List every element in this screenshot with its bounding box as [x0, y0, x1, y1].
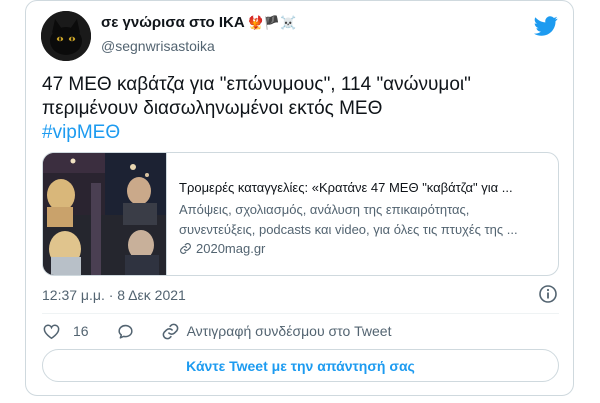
- author-handle[interactable]: @segnwrisastoika: [101, 38, 215, 54]
- author-name[interactable]: σε γνώρισα στο ΙΚΑ 🐦‍🔥🏴☠️: [101, 14, 296, 31]
- copy-link-button[interactable]: Αντιγραφή συνδέσμου στο Tweet: [161, 322, 392, 341]
- copy-link-label: Αντιγραφή συνδέσμου στο Tweet: [186, 323, 392, 339]
- tweet-card: σε γνώρισα στο ΙΚΑ 🐦‍🔥🏴☠️ @segnwrisastoik…: [25, 0, 574, 396]
- author-name-emojis: 🐦‍🔥🏴☠️: [247, 15, 297, 30]
- heart-icon: [43, 324, 60, 339]
- like-button[interactable]: 16: [42, 322, 89, 341]
- link-preview-title: Τρομερές καταγγελίες: «Κρατάνε 47 ΜΕΘ "κ…: [179, 180, 513, 195]
- tweet-text: 47 ΜΕΘ καβάτζα για "επώνυμους", 114 "ανώ…: [42, 74, 471, 119]
- link-chain-icon: [162, 323, 178, 339]
- link-preview-description-line-2: συνεντεύξεις, podcasts και video, για όλ…: [179, 222, 518, 237]
- link-preview-domain-text: 2020mag.gr: [196, 241, 266, 256]
- link-icon: [180, 243, 191, 254]
- link-preview-description: Απόψεις, σχολιασμός, ανάλυση της επικαιρ…: [179, 200, 549, 240]
- divider: [42, 313, 559, 314]
- reply-button[interactable]: [116, 322, 135, 341]
- link-preview-domain: 2020mag.gr: [179, 241, 265, 256]
- hashtag-link[interactable]: #vipΜΕΘ: [42, 121, 120, 145]
- link-preview-description-line-1: Απόψεις, σχολιασμός, ανάλυση της επικαιρ…: [179, 202, 470, 217]
- action-bar: 16 Αντιγραφή συνδέσμου στο Tweet: [42, 320, 392, 342]
- link-preview-thumbnail: [43, 153, 167, 275]
- avatar[interactable]: [41, 11, 91, 61]
- tweet-your-reply-button[interactable]: Κάντε Tweet με την απάντησή σας: [42, 349, 559, 382]
- black-cat-avatar-icon: [41, 11, 91, 61]
- link-preview-card[interactable]: Τρομερές καταγγελίες: «Κρατάνε 47 ΜΕΘ "κ…: [42, 152, 559, 276]
- info-icon[interactable]: [538, 284, 558, 304]
- author-display-name: σε γνώρισα στο ΙΚΑ: [101, 14, 245, 31]
- tweet-timestamp[interactable]: 12:37 μ.μ. · 8 Δεκ 2021: [42, 287, 186, 303]
- like-count: 16: [73, 323, 89, 339]
- speech-bubble-icon: [117, 324, 133, 339]
- twitter-bird-icon[interactable]: [534, 14, 558, 38]
